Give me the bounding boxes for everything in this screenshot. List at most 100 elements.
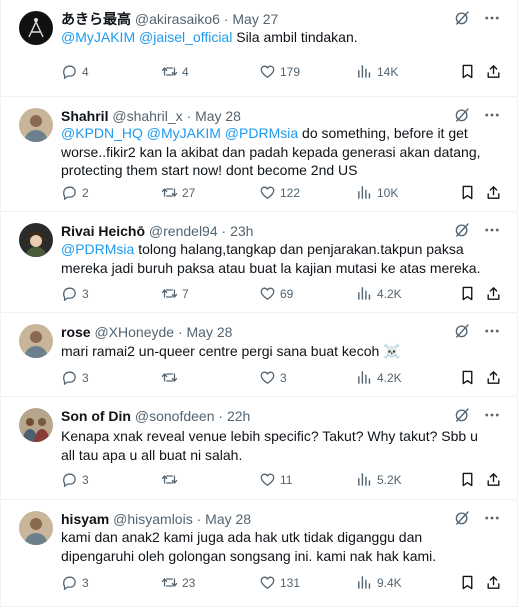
retweet-count: 4 [182, 64, 189, 79]
retweet-button[interactable]: 27 [161, 184, 195, 201]
reply-button[interactable]: 3 [61, 285, 89, 302]
share-button[interactable] [485, 184, 502, 201]
retweet-button[interactable]: 23 [161, 574, 195, 591]
action-bar: 3 7 69 4.2K [61, 285, 501, 305]
grok-icon[interactable] [453, 106, 471, 124]
views-button[interactable]: 4.2K [356, 285, 402, 302]
views-button[interactable]: 4.2K [356, 369, 402, 386]
tweet-text-segment: Sila ambil tindakan. [232, 29, 358, 45]
tweet[interactable]: Shahril @shahril_x · May 28 @KPDN_HQ @MyJ… [1, 97, 517, 212]
like-button[interactable]: 131 [259, 574, 300, 591]
grok-icon[interactable] [453, 322, 471, 340]
retweet-button[interactable] [161, 369, 182, 386]
avatar[interactable] [19, 511, 53, 545]
views-button[interactable]: 9.4K [356, 574, 402, 591]
more-options-icon[interactable] [483, 406, 501, 424]
tweet-text: mari ramai2 un-queer centre pergi sana b… [61, 342, 495, 361]
tweet[interactable]: あきら最高 @akirasaiko6 · May 27 @MyJAKIM @jai… [1, 0, 517, 97]
grok-icon[interactable] [453, 406, 471, 424]
reply-button[interactable]: 3 [61, 471, 89, 488]
user-handle[interactable]: @XHoneyde [94, 324, 174, 340]
avatar[interactable] [19, 408, 53, 442]
reply-button[interactable]: 2 [61, 184, 89, 201]
bookmark-button[interactable] [459, 574, 476, 591]
grok-icon[interactable] [453, 9, 471, 27]
tweet[interactable]: Rivai Heichō @rendel94 · 23h @PDRMsia tol… [1, 212, 517, 313]
mention-link[interactable]: @MyJAKIM [61, 29, 135, 45]
timestamp[interactable]: 23h [230, 223, 253, 239]
retweet-button[interactable] [161, 471, 182, 488]
timestamp[interactable]: May 28 [195, 108, 241, 124]
reply-button[interactable]: 4 [61, 63, 89, 80]
share-button[interactable] [485, 471, 502, 488]
retweet-button[interactable]: 4 [161, 63, 189, 80]
display-name[interactable]: Rivai Heichō [61, 223, 145, 239]
more-options-icon[interactable] [483, 509, 501, 527]
bookmark-button[interactable] [459, 285, 476, 302]
like-button[interactable]: 179 [259, 63, 300, 80]
reply-button[interactable]: 3 [61, 574, 89, 591]
mention-link[interactable]: @PDRMsia [61, 241, 134, 257]
more-options-icon[interactable] [483, 106, 501, 124]
action-bar: 3 11 5.2K [61, 471, 501, 491]
header-icons [453, 322, 501, 340]
retweet-button[interactable]: 7 [161, 285, 189, 302]
share-button[interactable] [485, 285, 502, 302]
share-button[interactable] [485, 574, 502, 591]
tweet[interactable]: Son of Din @sonofdeen · 22h Kenapa xnak r… [1, 397, 517, 500]
bookmark-button[interactable] [459, 369, 476, 386]
user-handle[interactable]: @shahril_x [112, 108, 182, 124]
user-handle[interactable]: @akirasaiko6 [135, 11, 220, 27]
display-name[interactable]: rose [61, 324, 91, 340]
share-button[interactable] [485, 63, 502, 80]
separator-dot: · [182, 108, 196, 124]
action-bar: 4 4 179 14K [61, 63, 501, 83]
timestamp[interactable]: May 28 [187, 324, 233, 340]
bookmark-button[interactable] [459, 471, 476, 488]
share-icon [485, 369, 502, 386]
like-button[interactable]: 3 [259, 369, 287, 386]
bookmark-button[interactable] [459, 63, 476, 80]
avatar[interactable] [19, 11, 53, 45]
mention-link[interactable]: @jaisel_official [139, 29, 232, 45]
like-count: 131 [280, 575, 301, 590]
bookmark-icon [459, 285, 476, 302]
display-name[interactable]: Son of Din [61, 408, 131, 424]
avatar[interactable] [19, 324, 53, 358]
timestamp[interactable]: May 28 [205, 511, 251, 527]
bar-chart-icon [356, 369, 373, 386]
mention-link[interactable]: @MyJAKIM [147, 125, 221, 141]
more-options-icon[interactable] [483, 322, 501, 340]
views-button[interactable]: 10K [356, 184, 398, 201]
reply-button[interactable]: 3 [61, 369, 89, 386]
tweet[interactable]: rose @XHoneyde · May 28 mari ramai2 un-qu… [1, 313, 517, 397]
like-button[interactable]: 11 [259, 471, 292, 488]
tweet-text: @MyJAKIM @jaisel_official Sila ambil tin… [61, 28, 495, 47]
display-name[interactable]: あきら最高 [61, 11, 131, 27]
retweet-icon [161, 285, 178, 302]
views-button[interactable]: 14K [356, 63, 398, 80]
timestamp[interactable]: 22h [227, 408, 250, 424]
grok-icon[interactable] [453, 221, 471, 239]
views-button[interactable]: 5.2K [356, 471, 402, 488]
bookmark-button[interactable] [459, 184, 476, 201]
user-handle[interactable]: @hisyamlois [113, 511, 193, 527]
tweet[interactable]: hisyam @hisyamlois · May 28 kami dan anak… [1, 500, 517, 607]
user-handle[interactable]: @rendel94 [149, 223, 218, 239]
like-button[interactable]: 122 [259, 184, 300, 201]
avatar[interactable] [19, 108, 53, 142]
reply-icon [61, 63, 78, 80]
more-options-icon[interactable] [483, 221, 501, 239]
display-name[interactable]: hisyam [61, 511, 109, 527]
avatar[interactable] [19, 223, 53, 257]
like-count: 3 [280, 370, 287, 385]
like-button[interactable]: 69 [259, 285, 293, 302]
mention-link[interactable]: @PDRMsia [225, 125, 298, 141]
user-handle[interactable]: @sonofdeen [135, 408, 215, 424]
share-button[interactable] [485, 369, 502, 386]
grok-icon[interactable] [453, 509, 471, 527]
mention-link[interactable]: @KPDN_HQ [61, 125, 143, 141]
more-options-icon[interactable] [483, 9, 501, 27]
display-name[interactable]: Shahril [61, 108, 108, 124]
timestamp[interactable]: May 27 [232, 11, 278, 27]
